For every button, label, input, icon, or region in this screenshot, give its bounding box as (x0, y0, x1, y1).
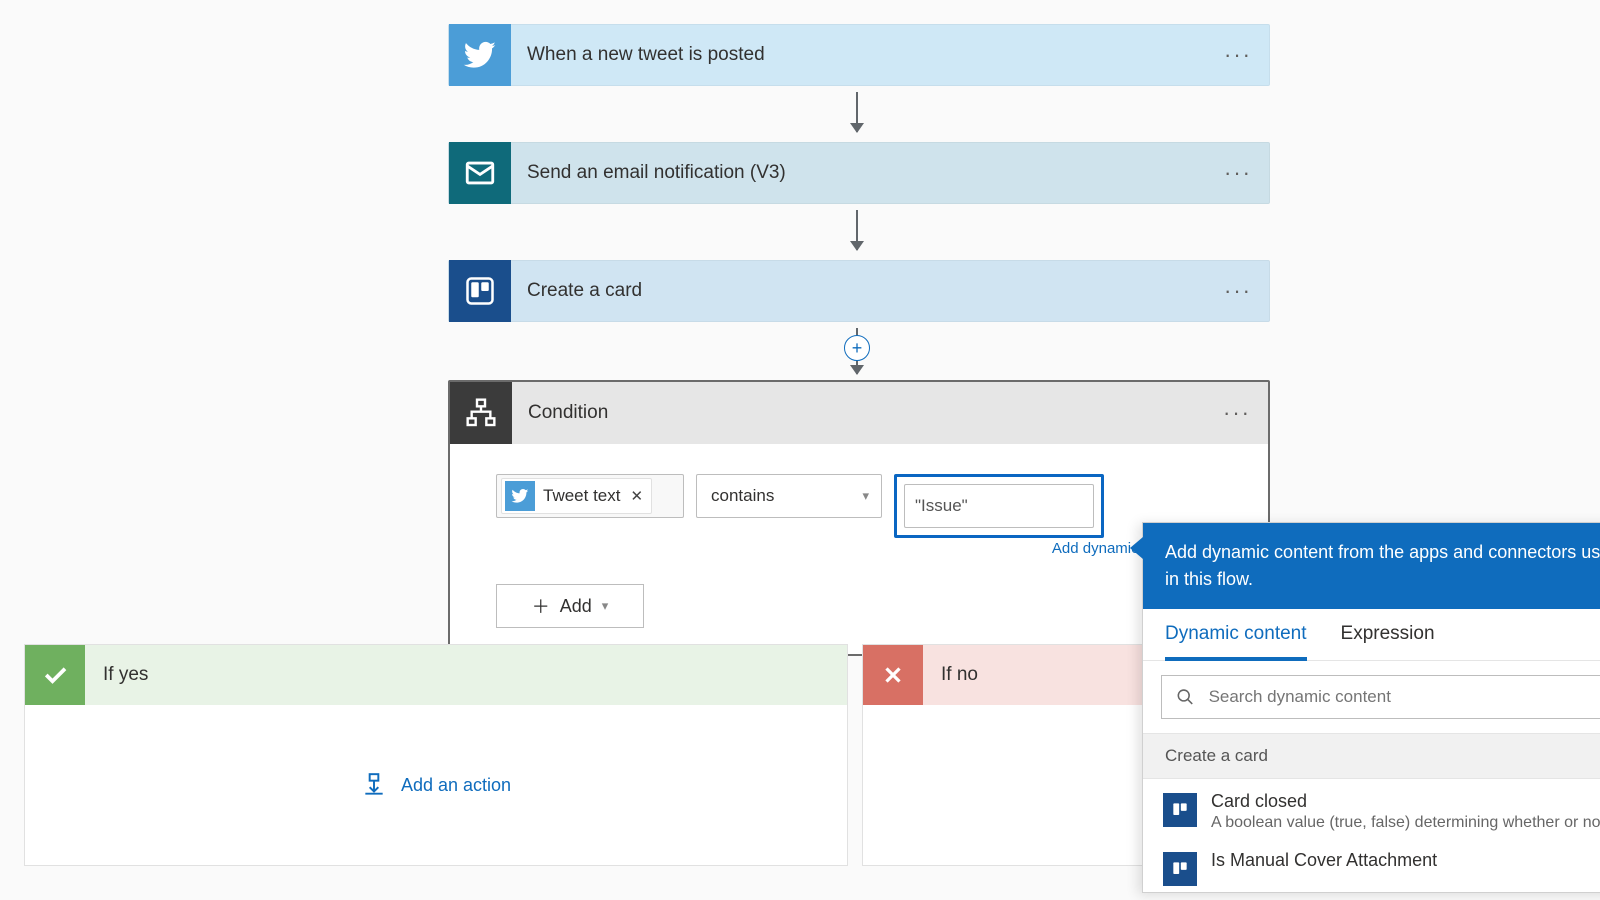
dcp-search-wrapper (1161, 675, 1600, 719)
branch-yes-header[interactable]: If yes (25, 645, 847, 705)
branch-no-title: If no (923, 664, 978, 686)
trello-icon (449, 260, 511, 322)
condition-value-input[interactable] (915, 496, 1083, 516)
more-menu-icon[interactable]: ··· (1217, 152, 1259, 194)
branch-yes-title: If yes (85, 664, 148, 686)
trello-icon (1163, 793, 1197, 827)
add-step-button[interactable]: + (844, 335, 870, 361)
focus-highlight (894, 474, 1104, 538)
dcp-group-header: Create a card (1143, 733, 1600, 779)
check-icon (25, 645, 85, 705)
add-condition-row-button[interactable]: ＋ Add ▾ (496, 584, 644, 628)
plus-icon: ＋ (532, 593, 550, 619)
condition-left-operand[interactable]: Tweet text ✕ (496, 474, 684, 518)
condition-header[interactable]: Condition ··· (450, 382, 1268, 444)
dcp-banner: Add dynamic content from the apps and co… (1143, 523, 1600, 609)
step-trello-action[interactable]: Create a card ··· (448, 260, 1270, 322)
dcp-item-title: Card closed (1211, 791, 1600, 812)
dynamic-content-panel: Add dynamic content from the apps and co… (1142, 522, 1600, 893)
dcp-item-manual-cover[interactable]: Is Manual Cover Attachment (1143, 838, 1600, 892)
token-label: Tweet text (543, 486, 620, 506)
condition-value-input-wrapper (904, 484, 1094, 528)
dcp-item-sub: A boolean value (true, false) determinin… (1211, 814, 1600, 832)
condition-row: Tweet text ✕ contains ▾ Add dynamic cont… (496, 474, 1222, 538)
flow-canvas: When a new tweet is posted ··· Send an e… (0, 0, 1600, 900)
chevron-down-icon: ▾ (862, 488, 869, 504)
twitter-icon (505, 481, 535, 511)
more-menu-icon[interactable]: ··· (1217, 270, 1259, 312)
dcp-search-input[interactable] (1209, 687, 1600, 707)
dcp-tabs: Dynamic content Expression (1143, 609, 1600, 661)
step-twitter-trigger[interactable]: When a new tweet is posted ··· (448, 24, 1270, 86)
branch-yes: If yes Add an action (24, 644, 848, 866)
more-menu-icon[interactable]: ··· (1216, 392, 1258, 434)
connector-arrow (856, 210, 858, 250)
tweet-text-token: Tweet text ✕ (501, 478, 652, 514)
mail-icon (449, 142, 511, 204)
connector-arrow (856, 92, 858, 132)
close-icon (863, 645, 923, 705)
step-email-action[interactable]: Send an email notification (V3) ··· (448, 142, 1270, 204)
tab-dynamic-content[interactable]: Dynamic content (1165, 623, 1307, 661)
add-action-yes[interactable]: Add an action (25, 705, 847, 865)
search-icon (1176, 687, 1195, 707)
step-title: Create a card (511, 280, 1217, 302)
add-action-icon (361, 772, 387, 798)
tab-expression[interactable]: Expression (1341, 623, 1435, 660)
condition-operator-select[interactable]: contains ▾ (696, 474, 882, 518)
more-menu-icon[interactable]: ··· (1217, 34, 1259, 76)
trello-icon (1163, 852, 1197, 886)
operator-label: contains (711, 486, 774, 506)
condition-icon (450, 382, 512, 444)
dcp-item-card-closed[interactable]: Card closed A boolean value (true, false… (1143, 779, 1600, 838)
condition-title: Condition (512, 402, 1216, 424)
twitter-icon (449, 24, 511, 86)
step-title: Send an email notification (V3) (511, 162, 1217, 184)
remove-token-icon[interactable]: ✕ (630, 487, 643, 505)
step-title: When a new tweet is posted (511, 44, 1217, 66)
chevron-down-icon: ▾ (602, 598, 609, 614)
dcp-item-title: Is Manual Cover Attachment (1211, 850, 1437, 871)
